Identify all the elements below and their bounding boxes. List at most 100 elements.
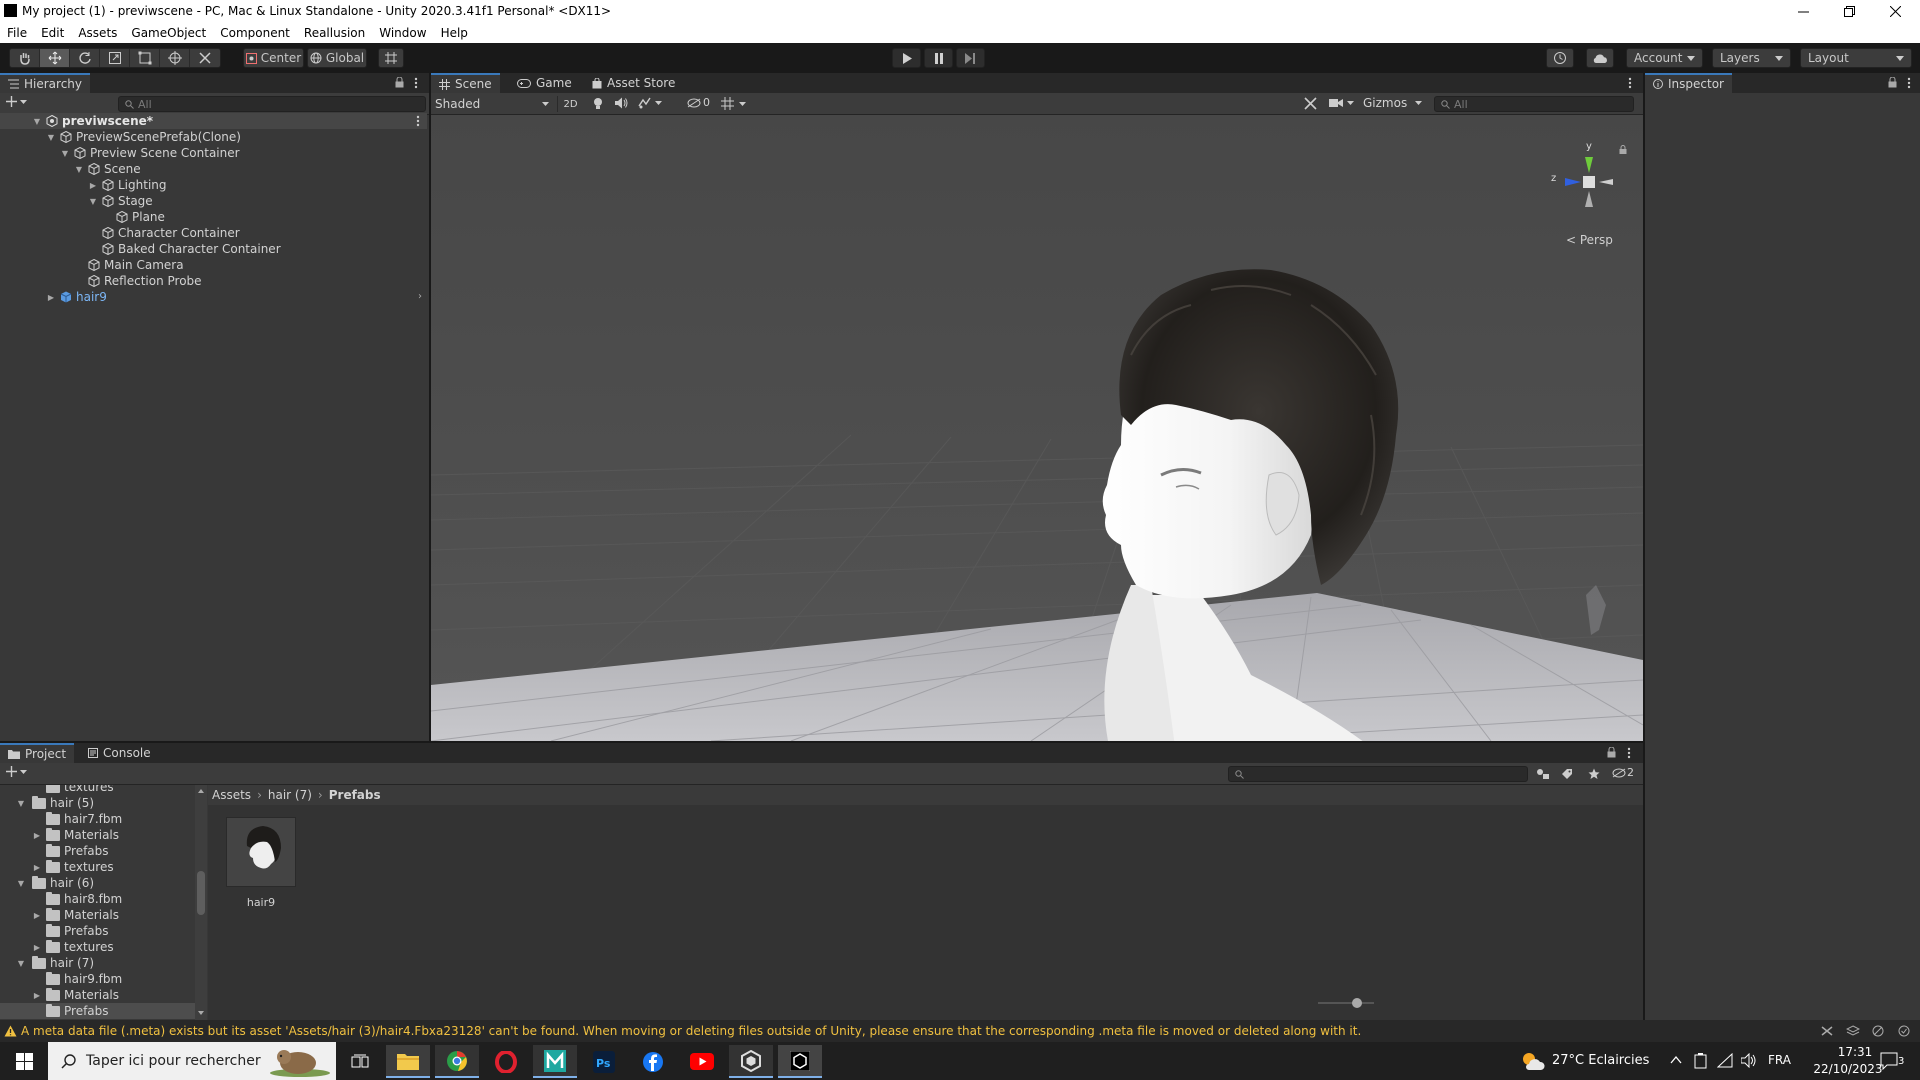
- chrome-app[interactable]: [435, 1045, 479, 1078]
- shading-mode-dropdown[interactable]: Shaded: [435, 96, 553, 112]
- expand-arrow-icon[interactable]: ▼: [60, 148, 70, 158]
- transform-tool-icon[interactable]: [160, 49, 190, 67]
- hierarchy-row[interactable]: ▼ Stage: [0, 193, 427, 209]
- play-button[interactable]: [892, 48, 921, 68]
- zoom-slider-thumb[interactable]: [1352, 998, 1362, 1008]
- tab-asset-store[interactable]: Asset Store: [584, 73, 683, 93]
- hierarchy-row[interactable]: ▼ Scene: [0, 161, 427, 177]
- restore-icon[interactable]: [1826, 0, 1872, 22]
- collapse-arrow-icon[interactable]: ▶: [32, 942, 42, 952]
- zoom-slider-track[interactable]: [1318, 1002, 1374, 1004]
- expand-arrow-icon[interactable]: ▼: [16, 958, 26, 968]
- expand-arrow-icon[interactable]: ▼: [74, 164, 84, 174]
- menu-component[interactable]: Component: [213, 26, 297, 40]
- scene-search-input[interactable]: All: [1434, 96, 1634, 112]
- taskbar-search-box[interactable]: Taper ici pour rechercher: [48, 1042, 336, 1080]
- label-tag-icon[interactable]: [1561, 768, 1573, 780]
- tree-item[interactable]: hair7.fbm: [0, 811, 122, 827]
- kebab-menu-icon[interactable]: [414, 77, 418, 89]
- tab-project[interactable]: Project: [0, 743, 75, 763]
- tree-item[interactable]: ▶ Materials: [0, 987, 119, 1003]
- battery-icon[interactable]: [1694, 1053, 1707, 1069]
- hierarchy-row[interactable]: Baked Character Container: [0, 241, 427, 257]
- tab-console[interactable]: Console: [80, 743, 159, 763]
- scroll-up-icon[interactable]: [198, 789, 204, 793]
- lock-icon[interactable]: [1619, 145, 1627, 154]
- expand-arrow-icon[interactable]: ▼: [16, 798, 26, 808]
- scale-tool-icon[interactable]: [100, 49, 130, 67]
- gizmos-dropdown[interactable]: Gizmos: [1363, 96, 1423, 110]
- tab-scene[interactable]: Scene: [431, 73, 500, 93]
- hierarchy-row[interactable]: ▼ Preview Scene Container: [0, 145, 427, 161]
- tab-game[interactable]: Game: [509, 73, 580, 93]
- grid-visibility-dropdown[interactable]: [721, 97, 746, 110]
- menu-reallusion[interactable]: Reallusion: [297, 26, 372, 40]
- search-by-type-icon[interactable]: [1536, 768, 1550, 780]
- grid-snap-button[interactable]: [378, 48, 404, 68]
- create-button[interactable]: [6, 766, 27, 777]
- maya-app[interactable]: [533, 1045, 577, 1078]
- tree-item[interactable]: Prefabs: [0, 843, 109, 859]
- asset-tile[interactable]: hair9: [226, 817, 296, 917]
- lock-icon[interactable]: [1607, 747, 1616, 758]
- collapse-arrow-icon[interactable]: ▶: [46, 292, 56, 302]
- projection-label[interactable]: < Persp: [1566, 233, 1613, 247]
- space-global-toggle[interactable]: Global: [307, 48, 367, 68]
- breadcrumb-item[interactable]: hair (7): [268, 788, 312, 802]
- photoshop-app[interactable]: Ps: [582, 1045, 626, 1078]
- hierarchy-row-scene[interactable]: ▼ previwscene*: [0, 113, 427, 129]
- debug-icon[interactable]: [1820, 1025, 1834, 1037]
- breadcrumb-item[interactable]: Assets: [212, 788, 251, 802]
- expand-arrow-icon[interactable]: ▼: [16, 878, 26, 888]
- hidden-packages-toggle[interactable]: 2: [1612, 766, 1634, 779]
- tree-item[interactable]: ▼ hair (5): [0, 795, 94, 811]
- tab-inspector[interactable]: Inspector: [1645, 73, 1732, 93]
- hierarchy-row[interactable]: Character Container: [0, 225, 427, 241]
- notification-center-button[interactable]: 3: [1876, 1050, 1916, 1074]
- youtube-app[interactable]: [680, 1045, 724, 1078]
- collapse-arrow-icon[interactable]: ▶: [32, 830, 42, 840]
- step-button[interactable]: [956, 48, 985, 68]
- weather-icon[interactable]: [1521, 1051, 1545, 1071]
- tree-item[interactable]: ▼ hair (6): [0, 875, 94, 891]
- task-view-button[interactable]: [338, 1045, 382, 1078]
- hierarchy-row[interactable]: ▼ PreviewScenePrefab(Clone): [0, 129, 427, 145]
- hierarchy-row-prefab[interactable]: ▶ hair9 ›: [0, 289, 427, 305]
- project-search-input[interactable]: [1228, 766, 1528, 782]
- rect-tool-icon[interactable]: [130, 49, 160, 67]
- tree-item-selected[interactable]: Prefabs: [0, 1003, 195, 1019]
- expand-arrow-icon[interactable]: ▼: [32, 116, 42, 126]
- hierarchy-row[interactable]: Plane: [0, 209, 427, 225]
- custom-tools-icon[interactable]: [190, 49, 220, 67]
- collapse-arrow-icon[interactable]: ▶: [32, 862, 42, 872]
- hierarchy-row[interactable]: ▶ Lighting: [0, 177, 427, 193]
- unity-editor-app[interactable]: [778, 1045, 822, 1078]
- tree-item[interactable]: hair9.fbm: [0, 971, 122, 987]
- collab-button[interactable]: [1546, 48, 1574, 68]
- lock-icon[interactable]: [395, 77, 404, 88]
- pivot-center-toggle[interactable]: Center: [243, 48, 304, 68]
- menu-edit[interactable]: Edit: [34, 26, 71, 40]
- orientation-gizmo[interactable]: y z: [1541, 135, 1631, 225]
- start-button[interactable]: [2, 1045, 46, 1078]
- weather-text[interactable]: 27°C Eclaircies: [1552, 1053, 1649, 1068]
- menu-window[interactable]: Window: [372, 26, 433, 40]
- camera-settings-dropdown[interactable]: [1329, 97, 1354, 108]
- collapse-arrow-icon[interactable]: ▶: [32, 910, 42, 920]
- input-language[interactable]: FRA: [1768, 1053, 1791, 1067]
- chevron-up-icon[interactable]: [1670, 1056, 1682, 1064]
- lighting-toggle[interactable]: [592, 97, 604, 110]
- scroll-down-icon[interactable]: [198, 1011, 204, 1015]
- rotate-tool-icon[interactable]: [70, 49, 100, 67]
- console-status-message[interactable]: A meta data file (.meta) exists but its …: [21, 1024, 1361, 1038]
- toggle-2d-button[interactable]: 2D: [557, 96, 583, 112]
- collapse-arrow-icon[interactable]: ▶: [32, 990, 42, 1000]
- progress-icon[interactable]: [1898, 1025, 1910, 1037]
- kebab-menu-icon[interactable]: [416, 115, 420, 127]
- pause-button[interactable]: [924, 48, 953, 68]
- menu-file[interactable]: File: [0, 26, 34, 40]
- hierarchy-row[interactable]: Reflection Probe: [0, 273, 427, 289]
- menu-gameobject[interactable]: GameObject: [124, 26, 213, 40]
- collapse-arrow-icon[interactable]: ▶: [88, 180, 98, 190]
- auto-generate-lighting-icon[interactable]: [1872, 1025, 1884, 1037]
